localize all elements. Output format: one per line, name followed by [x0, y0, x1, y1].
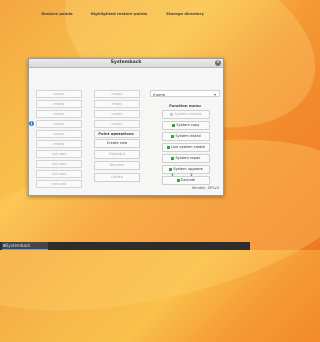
live-system-create-button[interactable]: Live system create	[162, 143, 210, 152]
chevron-down-icon: ▾	[213, 92, 216, 97]
window-title: Systemback	[110, 60, 142, 65]
repair-icon	[171, 156, 175, 160]
restore-icon	[170, 112, 174, 116]
system-install-button[interactable]: System install	[162, 132, 210, 141]
highlight-button[interactable]: Highlight	[94, 150, 140, 159]
restore-point-8[interactable]: not used	[36, 160, 82, 168]
info-icon[interactable]: i	[29, 121, 34, 126]
taskbar: Systemback	[0, 242, 250, 250]
next-arrow-icon[interactable]: ›	[190, 171, 193, 179]
credit-text: Kendek, GPLv3	[192, 186, 219, 190]
exclude-icon	[176, 178, 180, 182]
install-icon	[171, 134, 175, 138]
previous-arrow-icon[interactable]: ‹	[171, 171, 174, 179]
create-new-button[interactable]: Create new	[94, 139, 140, 148]
highlighted-restore-points-heading: Highlighted restore points	[90, 11, 148, 16]
highlighted-point-3[interactable]: empty	[94, 110, 140, 118]
restore-point-2[interactable]: empty	[36, 100, 82, 108]
restore-point-1[interactable]: empty	[36, 90, 82, 98]
highlighted-point-2[interactable]: empty	[94, 100, 140, 108]
restore-point-7[interactable]: not used	[36, 150, 82, 158]
function-menu-heading: Function menu	[169, 103, 201, 108]
close-icon[interactable]: ×	[215, 60, 221, 66]
rename-button[interactable]: Rename	[94, 161, 140, 170]
highlighted-point-4[interactable]: empty	[94, 120, 140, 128]
live-system-icon	[166, 145, 170, 149]
title-bar[interactable]: Systemback ×	[29, 59, 223, 68]
storage-directory-heading: Storage directory	[166, 11, 204, 16]
system-repair-button[interactable]: System repair	[162, 154, 210, 163]
restore-points-heading: Restore points	[41, 11, 73, 16]
system-copy-button[interactable]: System copy	[162, 121, 210, 130]
system-restore-button[interactable]: System restore	[162, 110, 210, 119]
systemback-icon	[3, 244, 6, 247]
taskbar-item-systemback[interactable]: Systemback	[2, 242, 48, 250]
copy-icon	[172, 123, 176, 127]
system-upgrade-button[interactable]: System upgrade	[162, 165, 210, 174]
point-operations-heading: Point operations	[98, 131, 134, 136]
delete-button[interactable]: Delete	[94, 173, 140, 182]
restore-point-4[interactable]: empty	[36, 120, 82, 128]
highlighted-point-1[interactable]: empty	[94, 90, 140, 98]
exclude-button[interactable]: Exclude	[162, 176, 210, 185]
restore-point-5[interactable]: empty	[36, 130, 82, 138]
restore-point-10[interactable]: not used	[36, 180, 82, 188]
storage-path: /home	[153, 92, 166, 97]
restore-point-6[interactable]: empty	[36, 140, 82, 148]
restore-point-3[interactable]: empty	[36, 110, 82, 118]
storage-directory-select[interactable]: /home ▾	[150, 90, 220, 97]
restore-point-9[interactable]: not used	[36, 170, 82, 178]
